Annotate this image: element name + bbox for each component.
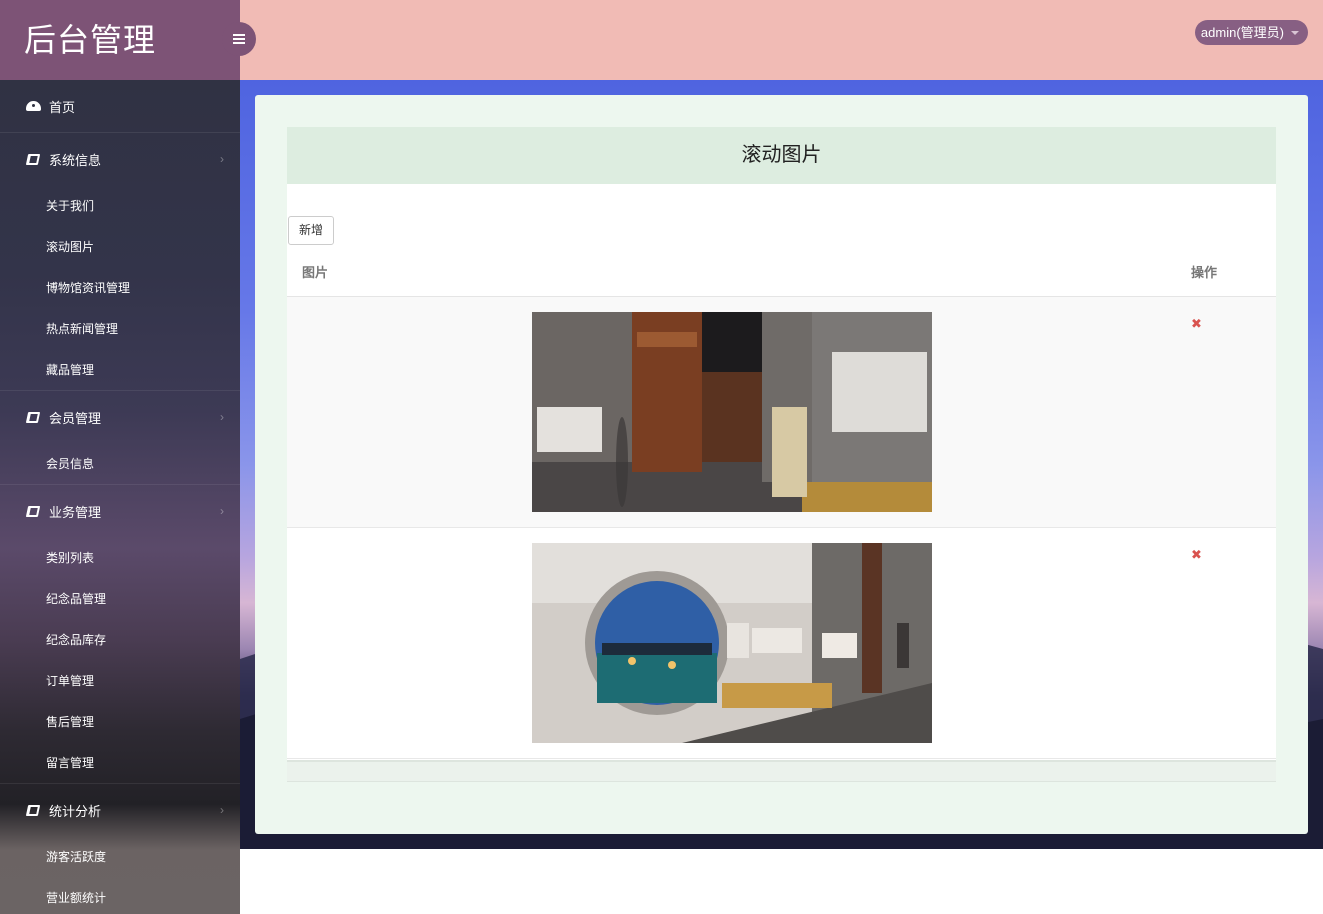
sidebar-group-stats: 统计分析 › 游客活跃度 营业额统计 <box>0 784 240 914</box>
sidebar-item-home[interactable]: 首页 <box>0 80 240 132</box>
menu-toggle-button[interactable] <box>222 22 256 56</box>
table-row: ✖ <box>287 297 1276 528</box>
sidebar-item[interactable]: 会员信息 <box>0 443 240 484</box>
sidebar-group-home: 首页 <box>0 80 240 133</box>
chevron-right-icon: › <box>220 410 224 424</box>
sidebar-group-header[interactable]: 业务管理 › <box>0 485 240 537</box>
delete-icon[interactable]: ✖ <box>1191 547 1202 563</box>
table-panel: 新增 图片 操作 ✖ ✖ <box>287 184 1276 760</box>
sidebar-group-label: 统计分析 <box>49 803 102 819</box>
sidebar-item[interactable]: 热点新闻管理 <box>0 308 240 349</box>
sidebar-group-members: 会员管理 › 会员信息 <box>0 391 240 485</box>
book-icon <box>25 504 41 518</box>
chevron-right-icon: › <box>220 803 224 817</box>
chevron-right-icon: › <box>220 152 224 166</box>
caret-down-icon <box>1291 31 1299 35</box>
top-header: admin(管理员) <box>240 0 1323 80</box>
user-label: admin(管理员) <box>1200 25 1284 40</box>
book-icon <box>25 152 41 166</box>
brand-title: 后台管理 <box>0 0 240 80</box>
column-header-action: 操作 <box>1191 265 1218 280</box>
column-header-image: 图片 <box>302 265 329 280</box>
content-card: 滚动图片 新增 图片 操作 ✖ ✖ <box>255 95 1308 834</box>
hamburger-icon <box>233 34 245 44</box>
book-icon <box>25 410 41 424</box>
sidebar-group-header[interactable]: 会员管理 › <box>0 391 240 443</box>
pagination-bar <box>287 760 1276 782</box>
sidebar-item[interactable]: 关于我们 <box>0 185 240 226</box>
sidebar-item-label: 首页 <box>49 99 76 115</box>
sidebar-group-header[interactable]: 统计分析 › <box>0 784 240 836</box>
sidebar-group-header[interactable]: 系统信息 › <box>0 133 240 185</box>
book-icon <box>25 803 41 817</box>
sidebar-item[interactable]: 订单管理 <box>0 660 240 701</box>
user-menu-button[interactable]: admin(管理员) <box>1194 20 1308 45</box>
moon-gate-garden-photo <box>532 543 932 743</box>
sidebar-item[interactable]: 藏品管理 <box>0 349 240 390</box>
sidebar-item[interactable]: 博物馆资讯管理 <box>0 267 240 308</box>
dashboard-icon <box>25 99 41 113</box>
sidebar-item[interactable]: 纪念品库存 <box>0 619 240 660</box>
sidebar-item[interactable]: 纪念品管理 <box>0 578 240 619</box>
sidebar-item[interactable]: 游客活跃度 <box>0 836 240 877</box>
sidebar-item[interactable]: 滚动图片 <box>0 226 240 267</box>
page-title: 滚动图片 <box>287 127 1276 184</box>
sidebar-group-label: 会员管理 <box>49 410 102 426</box>
sidebar: 后台管理 首页 系统信息 › 关于我们 滚动图片 博物馆资讯管理 热点新闻管理 … <box>0 0 240 914</box>
chevron-right-icon: › <box>220 504 224 518</box>
table-row: ✖ <box>287 528 1276 759</box>
sidebar-item[interactable]: 留言管理 <box>0 742 240 783</box>
sidebar-group-system: 系统信息 › 关于我们 滚动图片 博物馆资讯管理 热点新闻管理 藏品管理 <box>0 133 240 391</box>
museum-hall-photo <box>532 312 932 512</box>
sidebar-item[interactable]: 售后管理 <box>0 701 240 742</box>
sidebar-group-label: 业务管理 <box>49 504 102 520</box>
add-button[interactable]: 新增 <box>288 216 334 245</box>
sidebar-group-business: 业务管理 › 类别列表 纪念品管理 纪念品库存 订单管理 售后管理 留言管理 <box>0 485 240 784</box>
delete-icon[interactable]: ✖ <box>1191 316 1202 332</box>
sidebar-item[interactable]: 营业额统计 <box>0 877 240 914</box>
sidebar-group-label: 系统信息 <box>49 152 102 168</box>
sidebar-item[interactable]: 类别列表 <box>0 537 240 578</box>
